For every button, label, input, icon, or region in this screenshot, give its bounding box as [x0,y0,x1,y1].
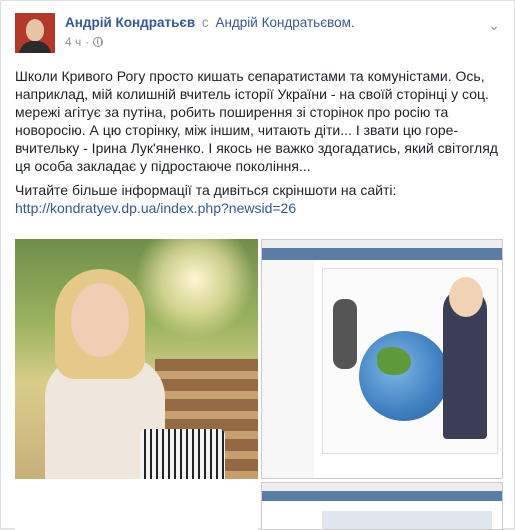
author-name[interactable]: Андрій Кондратьєв [65,15,195,30]
photo-grid [15,239,503,530]
photo-screenshot-cartoon[interactable] [261,239,503,479]
chevron-down-icon[interactable]: ⌄ [488,17,500,34]
post-body: Школи Кривого Рогу просто кишать сепарат… [15,67,503,223]
cartoon-land [377,347,411,375]
with-word: с [201,15,209,30]
avatar[interactable] [15,13,55,53]
vk-post-box [322,511,492,529]
avatar-face [26,19,44,41]
cartoon-small-figure [333,299,357,369]
post-names: Андрій Кондратьєв с Андрій Кондратьєвом. [65,15,355,30]
read-more-text: Читайте більше інформації та дивіться ск… [15,181,503,217]
separator: · [85,35,90,49]
woman-head [71,283,129,357]
cartoon-figure-head [449,277,483,317]
sunlight [135,239,255,339]
post-paragraph: Школи Кривого Рогу просто кишать сепарат… [15,68,498,174]
browser-bar [262,483,502,491]
cartoon-earth [359,331,449,421]
photo-teacher[interactable] [15,239,258,479]
browser-bar [262,240,502,248]
avatar-shirt [19,41,51,53]
read-more-label: Читайте більше інформації та дивіться ск… [15,182,397,198]
post-meta: 4 ч · [65,35,104,49]
photo-left-bottom-space [15,482,258,530]
post-card: Андрій Кондратьєв с Андрій Кондратьєвом.… [0,0,515,530]
striped-bag [140,429,225,479]
globe-icon [93,37,104,47]
tagged-user[interactable]: Андрій Кондратьєвом. [215,15,354,30]
vk-sidebar [262,260,314,478]
post-link[interactable]: http://kondratyev.dp.ua/index.php?newsid… [15,200,296,216]
vk-nav [262,248,502,260]
photo-screenshot-post[interactable] [261,482,503,530]
post-time[interactable]: 4 ч [65,35,81,49]
post-header: Андрій Кондратьєв с Андрій Кондратьєвом.… [15,13,504,57]
cartoon-image [322,268,498,454]
vk-nav [262,491,502,501]
